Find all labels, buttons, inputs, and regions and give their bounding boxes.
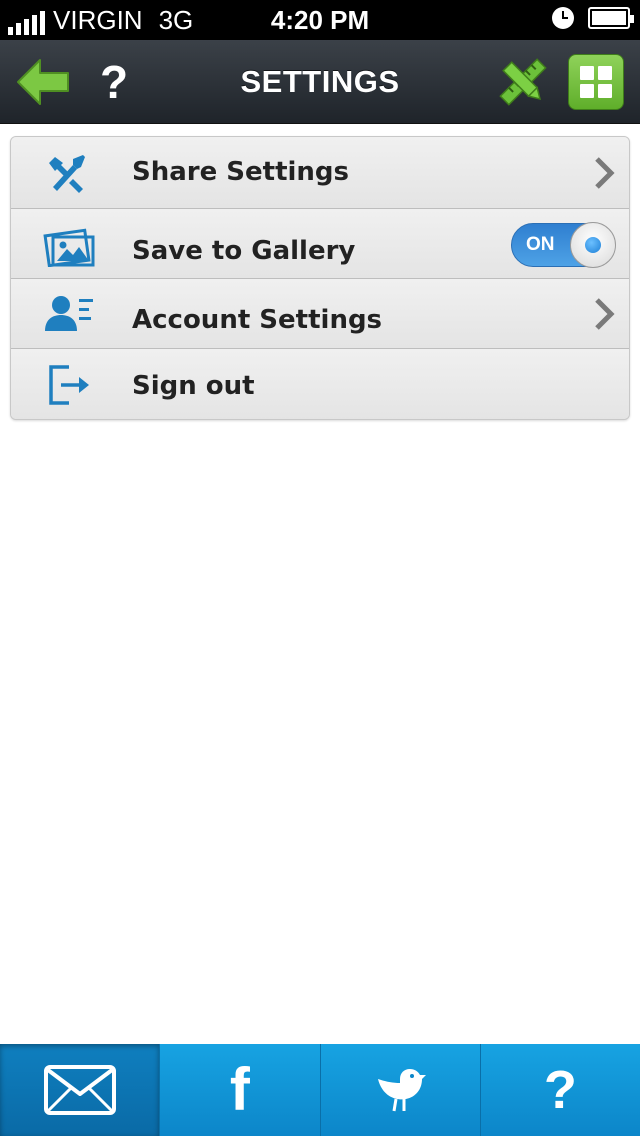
toggle-knob[interactable] — [570, 222, 616, 268]
grid-button[interactable] — [568, 54, 624, 110]
gallery-icon — [43, 228, 95, 267]
tab-mail[interactable] — [0, 1044, 161, 1136]
tab-facebook[interactable]: f — [160, 1044, 321, 1136]
save-to-gallery-label: Save to Gallery — [132, 236, 356, 266]
status-time: 4:20 PM — [270, 5, 370, 35]
save-to-gallery-row: Save to Gallery ON — [11, 209, 629, 279]
sign-out-label: Sign out — [132, 371, 255, 401]
clock-icon — [552, 7, 574, 29]
chevron-right-icon — [595, 157, 615, 189]
edit-button[interactable] — [496, 56, 550, 108]
pencil-ruler-icon — [499, 58, 547, 106]
twitter-bird-icon — [378, 1069, 427, 1112]
account-icon — [45, 296, 93, 331]
account-settings-label: Account Settings — [132, 305, 383, 335]
account-settings-row[interactable]: Account Settings — [11, 279, 629, 349]
tools-icon — [49, 155, 85, 193]
facebook-icon: f — [229, 1056, 250, 1123]
tab-twitter[interactable] — [320, 1044, 481, 1136]
chevron-right-icon — [595, 298, 615, 330]
toggle-state-label: ON — [526, 234, 555, 255]
sign-out-row[interactable]: Sign out — [11, 349, 629, 419]
envelope-icon — [43, 1065, 116, 1115]
share-settings-row[interactable]: Share Settings — [11, 137, 629, 209]
save-to-gallery-toggle[interactable]: ON — [511, 222, 616, 268]
tab-help[interactable]: ? — [480, 1044, 640, 1136]
share-tab-bar: f ? — [0, 1044, 640, 1136]
settings-list: Share Settings Save to Gallery ON Accoun… — [10, 136, 630, 420]
nav-bar: ? SETTINGS — [0, 40, 640, 124]
help-icon: ? — [543, 1060, 577, 1120]
battery-icon — [588, 7, 634, 29]
share-settings-label: Share Settings — [132, 157, 350, 187]
status-bar: VIRGIN 3G 4:20 PM — [0, 0, 640, 40]
sign-out-icon — [49, 365, 89, 405]
